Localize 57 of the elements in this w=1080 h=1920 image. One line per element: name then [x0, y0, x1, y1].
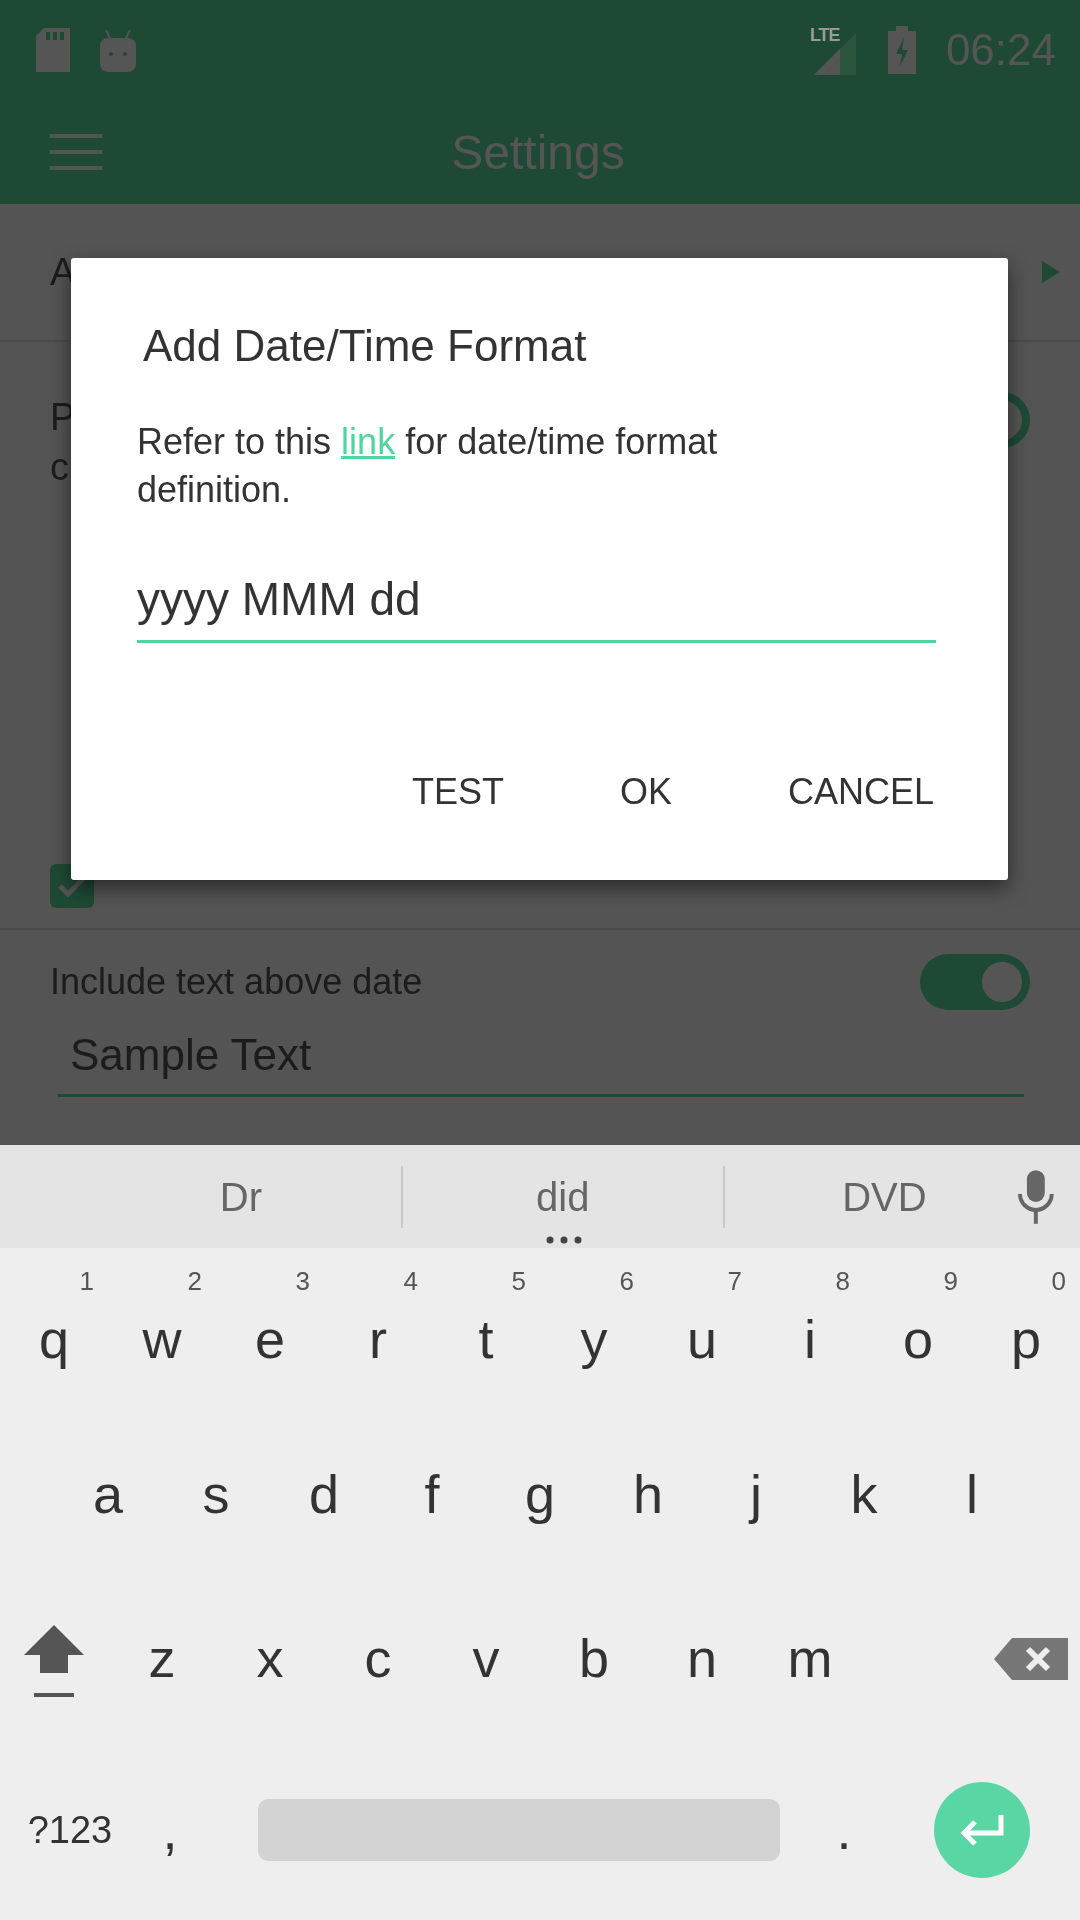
- key-hint: 7: [727, 1266, 742, 1297]
- key[interactable]: j: [702, 1412, 810, 1576]
- key[interactable]: o 9: [864, 1248, 972, 1412]
- dialog-button[interactable]: TEST: [397, 761, 518, 823]
- format-input[interactable]: yyyy MMM dd: [137, 572, 936, 643]
- key[interactable]: c: [324, 1576, 432, 1740]
- key[interactable]: w 2: [108, 1248, 216, 1412]
- key-hint: 1: [79, 1266, 94, 1297]
- sd-card-icon: [36, 28, 70, 72]
- key[interactable]: v: [432, 1576, 540, 1740]
- key-hint: 6: [619, 1266, 634, 1297]
- key[interactable]: u 7: [648, 1248, 756, 1412]
- key[interactable]: z: [108, 1576, 216, 1740]
- key-hint: 9: [943, 1266, 958, 1297]
- dialog-button[interactable]: CANCEL: [773, 761, 948, 823]
- key[interactable]: k: [810, 1412, 918, 1576]
- android-icon: [100, 28, 136, 72]
- key-hint: 3: [295, 1266, 310, 1297]
- key[interactable]: g: [486, 1412, 594, 1576]
- dialog-message: Refer to this link for date/time format definition.: [137, 420, 719, 512]
- toggle-switch[interactable]: [920, 954, 1030, 1010]
- comma-key[interactable]: ,: [140, 1748, 200, 1912]
- setting-description: c: [50, 445, 70, 490]
- key[interactable]: m: [756, 1576, 864, 1740]
- key[interactable]: q 1: [0, 1248, 108, 1412]
- key[interactable]: s: [162, 1412, 270, 1576]
- key[interactable]: r 4: [324, 1248, 432, 1412]
- network-type: LTE: [809, 25, 840, 46]
- key[interactable]: p 0: [972, 1248, 1080, 1412]
- dialog-button[interactable]: OK: [605, 761, 686, 823]
- key[interactable]: a: [54, 1412, 162, 1576]
- key[interactable]: y 6: [540, 1248, 648, 1412]
- symbols-key[interactable]: ?123: [0, 1748, 140, 1912]
- key[interactable]: x: [216, 1576, 324, 1740]
- key[interactable]: e 3: [216, 1248, 324, 1412]
- key[interactable]: b: [540, 1576, 648, 1740]
- suggestion[interactable]: DVD: [842, 1171, 927, 1222]
- setting-label: Include text above date: [50, 961, 423, 1003]
- play-icon: [1042, 261, 1060, 283]
- key-hint: 4: [403, 1266, 418, 1297]
- key[interactable]: f: [378, 1412, 486, 1576]
- battery-icon: [887, 26, 916, 74]
- key[interactable]: n: [648, 1576, 756, 1740]
- suggestion[interactable]: Dr: [219, 1171, 263, 1222]
- key[interactable]: l: [918, 1412, 1026, 1576]
- key-hint: 0: [1051, 1266, 1066, 1297]
- key[interactable]: t 5: [432, 1248, 540, 1412]
- period-key[interactable]: .: [824, 1748, 864, 1912]
- key[interactable]: h: [594, 1412, 702, 1576]
- suggestion[interactable]: did: [536, 1171, 590, 1222]
- key-hint: 2: [187, 1266, 202, 1297]
- key-hint: 5: [511, 1266, 526, 1297]
- microphone-icon[interactable]: [1018, 1169, 1054, 1224]
- key-hint: 8: [835, 1266, 850, 1297]
- dialog-title: Add Date/Time Format: [143, 320, 588, 372]
- key[interactable]: d: [270, 1412, 378, 1576]
- key[interactable]: i 8: [756, 1248, 864, 1412]
